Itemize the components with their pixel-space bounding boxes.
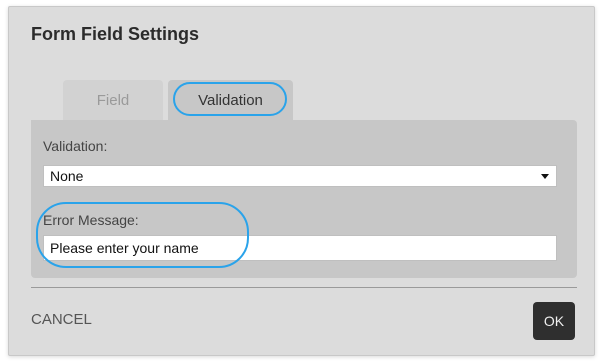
cancel-button[interactable]: CANCEL: [31, 311, 92, 328]
tab-field[interactable]: Field: [63, 80, 163, 120]
error-message-input[interactable]: [43, 235, 557, 261]
tab-validation[interactable]: Validation: [168, 80, 293, 120]
error-message-label: Error Message:: [43, 212, 139, 228]
validation-label: Validation:: [43, 138, 108, 154]
validation-select-value: None: [50, 168, 84, 184]
dropdown-arrow-icon: [541, 174, 549, 179]
validation-select[interactable]: None: [43, 165, 557, 187]
validation-panel: Validation: None Error Message:: [31, 120, 577, 278]
ok-button[interactable]: OK: [533, 302, 575, 340]
form-field-settings-dialog: Form Field Settings Field Validation Val…: [8, 6, 595, 356]
dialog-title: Form Field Settings: [31, 24, 200, 44]
tab-validation-label: Validation: [198, 91, 263, 109]
tab-field-label: Field: [96, 91, 130, 109]
footer-divider: [31, 287, 577, 288]
